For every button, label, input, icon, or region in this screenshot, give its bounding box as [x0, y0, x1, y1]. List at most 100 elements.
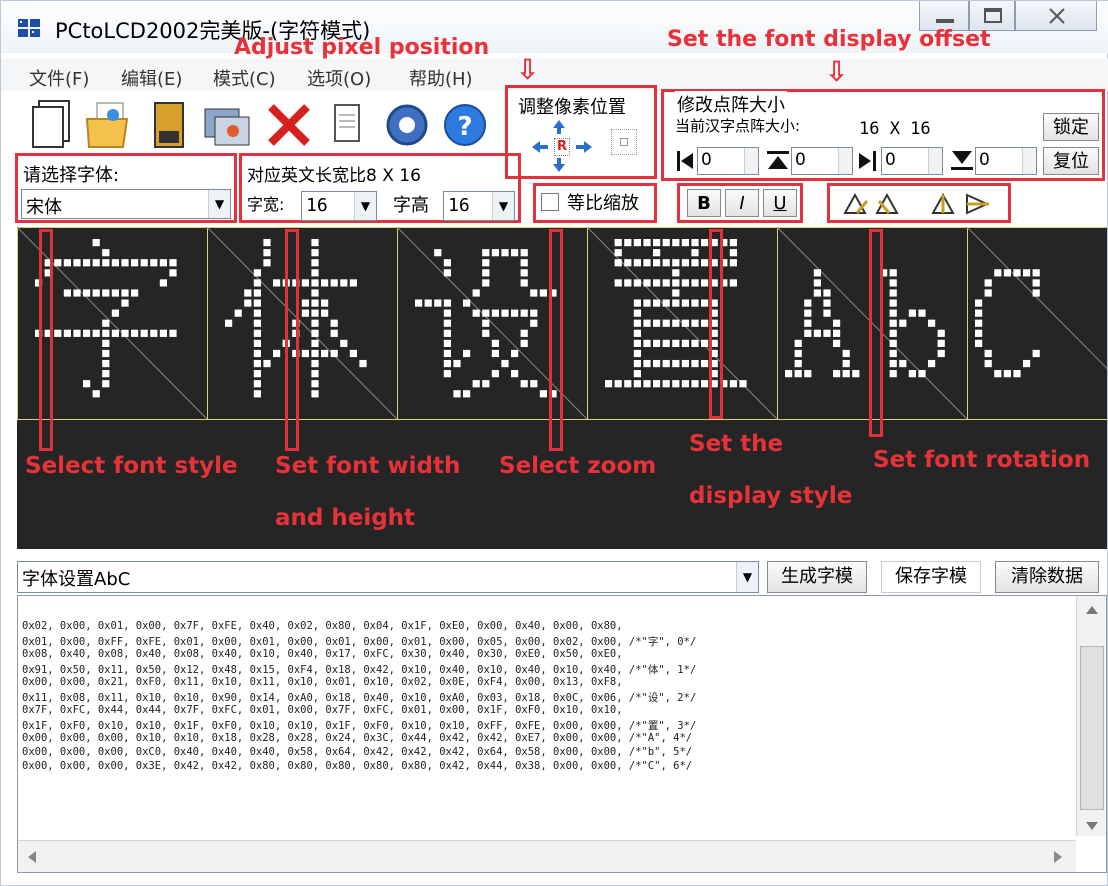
scroll-down-icon[interactable] [1086, 822, 1098, 830]
pixel-dot [794, 359, 802, 368]
pixel-dot [633, 309, 641, 317]
chevron-down-icon[interactable]: ▼ [354, 192, 376, 220]
zoom-checkbox[interactable] [541, 193, 559, 211]
close-button[interactable] [1015, 1, 1097, 31]
rotate-right-icon[interactable] [873, 191, 903, 217]
scroll-right-icon[interactable] [1054, 851, 1062, 863]
save-disk-icon[interactable] [143, 97, 195, 153]
spin-arrows-icon[interactable] [744, 148, 758, 174]
scroll-left-icon[interactable] [28, 851, 36, 863]
offset-left-spinner[interactable]: 0 [697, 147, 759, 175]
scroll-thumb[interactable] [1080, 646, 1104, 810]
reset-button[interactable]: 复位 [1043, 147, 1099, 175]
font-width-select[interactable]: 16 ▼ [301, 191, 377, 221]
pixel-dot [889, 349, 897, 358]
pixel-dot [662, 339, 670, 347]
flip-vertical-icon[interactable] [929, 191, 959, 217]
pixel-dot [443, 349, 451, 358]
pixel-dot [501, 359, 509, 368]
bold-button[interactable]: B [687, 189, 721, 217]
new-file-icon[interactable] [25, 97, 77, 153]
underline-button[interactable]: U [763, 189, 797, 217]
menu-options[interactable]: 选项(O) [307, 65, 371, 91]
font-height-select[interactable]: 16 ▼ [443, 191, 515, 221]
chevron-down-icon[interactable]: ▼ [208, 190, 230, 218]
pixel-dot [823, 289, 831, 297]
settings-window-icon[interactable] [201, 97, 253, 153]
pixel-dot [253, 289, 261, 297]
pixel-dot [729, 239, 737, 247]
pixel-dot [311, 299, 319, 307]
pixel-dot [453, 359, 461, 368]
pixel-dot [672, 289, 680, 297]
scroll-up-icon[interactable] [1086, 606, 1098, 614]
menu-edit[interactable]: 编辑(E) [121, 65, 182, 91]
pixel-dot [301, 309, 309, 317]
chevron-down-icon[interactable]: ▼ [736, 562, 758, 592]
center-position-icon[interactable] [611, 129, 637, 155]
reset-position-button[interactable]: R [554, 138, 570, 156]
menu-mode[interactable]: 模式(C) [213, 65, 276, 91]
pixel-dot [889, 370, 897, 378]
move-up-icon[interactable] [551, 119, 567, 135]
pixel-dot [301, 349, 309, 358]
pixel-dot [159, 279, 167, 287]
menu-file[interactable]: 文件(F) [29, 65, 89, 91]
notepad-icon[interactable] [321, 97, 373, 153]
generate-button[interactable]: 生成字模 [767, 561, 867, 593]
help-icon[interactable]: ? [439, 97, 491, 153]
italic-button[interactable]: I [725, 189, 759, 217]
pixel-dot [633, 239, 641, 247]
pixel-dot [928, 319, 936, 327]
open-folder-icon[interactable] [83, 97, 135, 153]
lock-button[interactable]: 锁定 [1043, 113, 1099, 141]
chevron-down-icon[interactable]: ▼ [492, 192, 514, 220]
pixel-dot [349, 279, 357, 287]
pixel-dot [253, 319, 261, 327]
flip-horizontal-icon[interactable] [963, 191, 993, 217]
pixel-dot [263, 249, 271, 257]
app-window: PCtoLCD2002完美版-(字符模式) 文件(F) 编辑(E) 模式(C) … [0, 0, 1108, 886]
vertical-scrollbar[interactable] [1076, 596, 1106, 836]
spin-arrows-icon[interactable] [1022, 148, 1036, 174]
gear-icon[interactable] [381, 97, 433, 153]
horizontal-scrollbar[interactable] [18, 840, 1076, 872]
pixel-dot [253, 349, 261, 358]
spin-arrows-icon[interactable] [838, 148, 852, 174]
pixel-dot [520, 259, 528, 267]
output-textarea[interactable]: 0x02, 0x00, 0x01, 0x00, 0x7F, 0xFE, 0x40… [17, 595, 1107, 873]
width-label: 字宽: [247, 195, 285, 214]
pixel-dot [311, 259, 319, 267]
pixel-dot [321, 349, 329, 358]
delete-x-icon[interactable] [263, 97, 315, 153]
clear-button[interactable]: 清除数据 [995, 561, 1099, 593]
pixel-dot [624, 279, 632, 287]
pixel-dot [131, 289, 139, 297]
move-left-icon[interactable] [531, 139, 549, 155]
pixel-dot [520, 329, 528, 337]
pixel-dot [311, 349, 319, 358]
pixel-dot [463, 390, 471, 398]
font-select[interactable]: 宋体 ▼ [21, 189, 231, 219]
pixel-dot [937, 339, 945, 347]
offset-up-spinner[interactable]: 0 [791, 147, 853, 175]
pixel-dot [482, 259, 490, 267]
rotate-left-icon[interactable] [841, 191, 871, 217]
offset-down-spinner[interactable]: 0 [975, 147, 1037, 175]
move-right-icon[interactable] [575, 139, 593, 155]
pixel-dot [984, 359, 992, 368]
offset-right-spinner[interactable]: 0 [881, 147, 943, 175]
pixel-dot [321, 279, 329, 287]
maximize-icon [984, 8, 1002, 23]
pixel-dot [653, 279, 661, 287]
pixel-dot [253, 299, 261, 307]
pixel-dot [121, 289, 129, 297]
save-button[interactable]: 保存字模 [881, 561, 981, 593]
pixel-dot [889, 309, 897, 317]
pixel-dot [643, 279, 651, 287]
move-down-icon[interactable] [551, 157, 567, 173]
text-input-combo[interactable]: 字体设置AbC ▼ [17, 561, 759, 593]
spin-arrows-icon[interactable] [928, 148, 942, 174]
menu-help[interactable]: 帮助(H) [409, 65, 473, 91]
pixel-dot [253, 279, 261, 287]
